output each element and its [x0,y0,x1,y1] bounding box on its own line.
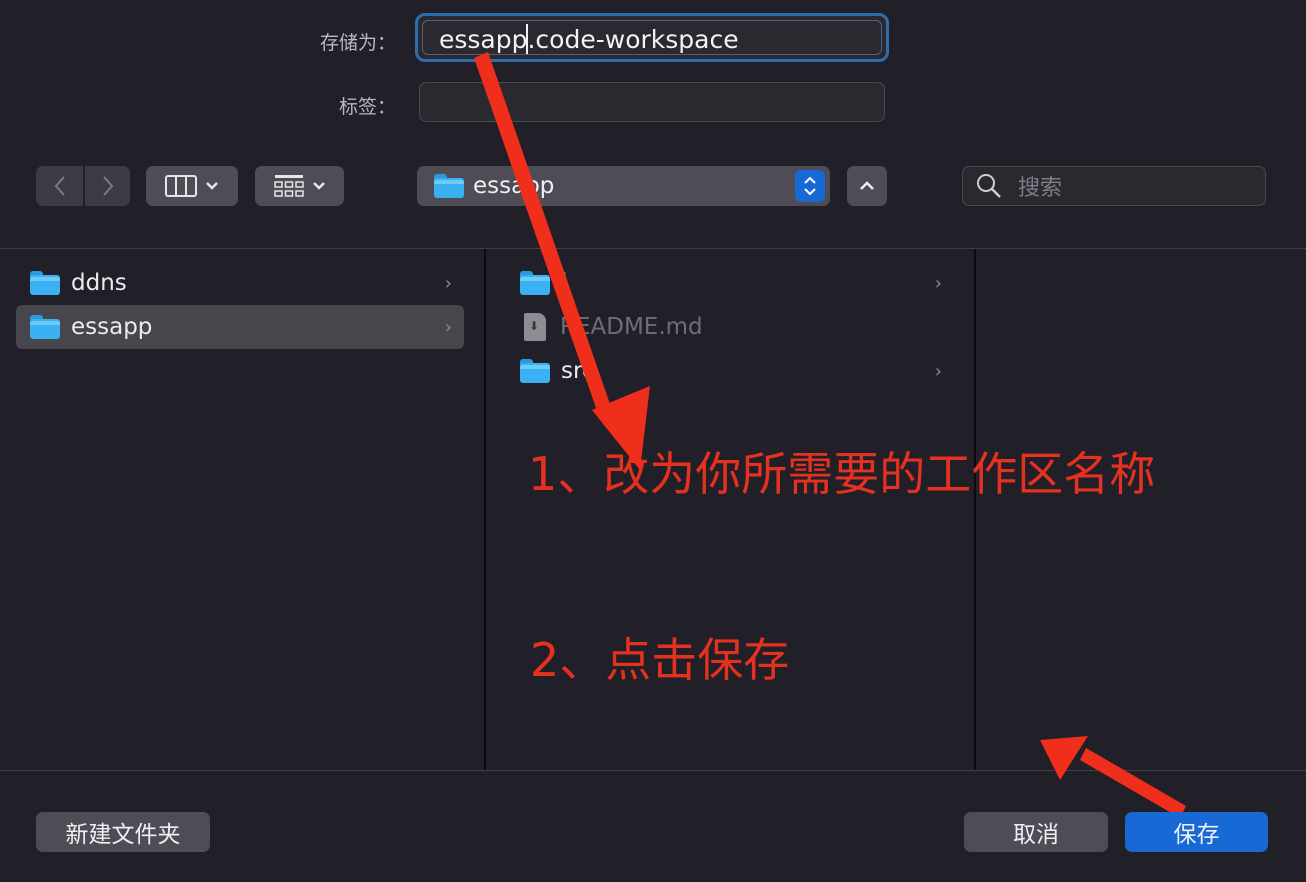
save-button[interactable]: 保存 [1125,812,1268,852]
arrow-to-filename [474,52,650,470]
new-folder-button[interactable]: 新建文件夹 [36,812,210,852]
arrow-to-save-button [1040,736,1186,818]
cancel-button[interactable]: 取消 [964,812,1108,852]
annotation-arrows [474,52,1186,818]
